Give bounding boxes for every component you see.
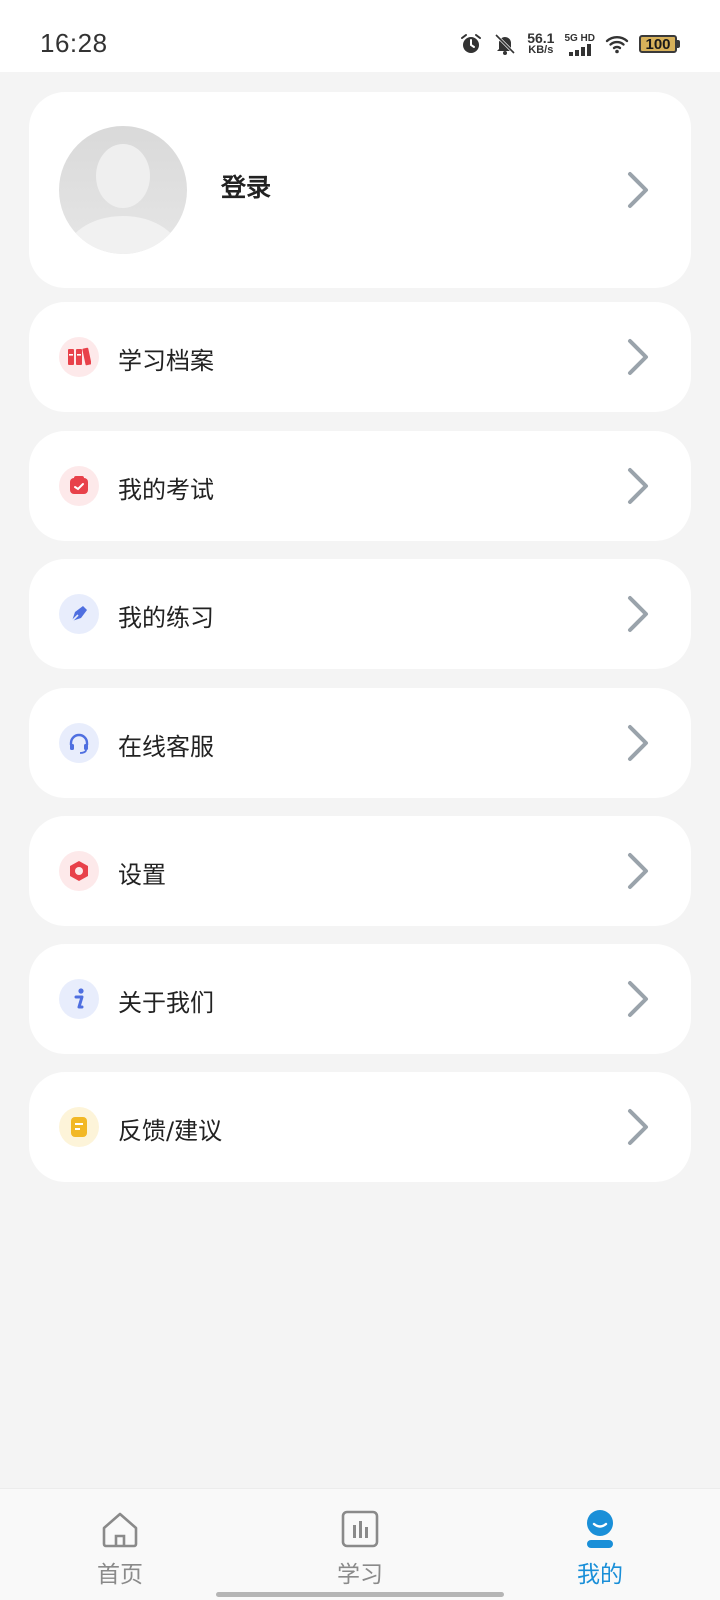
info-icon [59, 979, 99, 1019]
feedback-icon [59, 1107, 99, 1147]
net-speed-value: 56.1 [527, 30, 555, 46]
wifi-icon [605, 36, 629, 54]
login-label[interactable]: 登录 [221, 168, 271, 204]
status-time: 16:28 [40, 28, 108, 58]
signal-icon [568, 43, 591, 56]
menu-label: 关于我们 [118, 989, 214, 1017]
avatar-head [96, 144, 150, 208]
menu-item-feedback[interactable]: 反馈/建议 [29, 1072, 691, 1182]
nav-profile[interactable]: 我的 [540, 1489, 660, 1589]
profile-card[interactable]: 登录 [29, 92, 691, 288]
bottom-nav: 首页 学习 我的 [0, 1488, 720, 1600]
menu-label: 我的考试 [118, 476, 214, 504]
menu-label: 我的练习 [118, 604, 214, 632]
chevron-right-icon [628, 981, 648, 1017]
avatar-body [65, 216, 181, 254]
alarm-icon [461, 34, 482, 53]
screen: 16:28 56.1 KB/s 5G HD 100 登录 学习档案 我的考试 我… [0, 0, 720, 1600]
net-speed-unit: KB/s [528, 44, 554, 56]
menu-label: 反馈/建议 [118, 1117, 223, 1145]
chevron-right-icon [628, 725, 648, 761]
books-icon [59, 337, 99, 377]
signal-label: 5G HD [564, 32, 595, 44]
chevron-right-icon [628, 172, 648, 208]
home-indicator[interactable] [216, 1592, 504, 1597]
exam-icon [59, 466, 99, 506]
home-icon [102, 1512, 138, 1548]
nav-label: 首页 [97, 1562, 143, 1588]
profile-icon [587, 1510, 613, 1548]
nav-label: 我的 [577, 1562, 623, 1588]
avatar[interactable] [59, 126, 187, 254]
menu-label: 在线客服 [118, 733, 214, 761]
settings-icon [59, 851, 99, 891]
chevron-right-icon [628, 596, 648, 632]
cell-signal: 5G HD [564, 33, 595, 56]
menu-item-my-practice[interactable]: 我的练习 [29, 559, 691, 669]
chevron-right-icon [628, 468, 648, 504]
menu-item-study-records[interactable]: 学习档案 [29, 302, 691, 412]
menu-item-customer-service[interactable]: 在线客服 [29, 688, 691, 798]
headset-icon [59, 723, 99, 763]
menu-item-about-us[interactable]: 关于我们 [29, 944, 691, 1054]
menu-item-settings[interactable]: 设置 [29, 816, 691, 926]
battery-level: 100 [639, 35, 677, 53]
chevron-right-icon [628, 853, 648, 889]
status-bar: 16:28 56.1 KB/s 5G HD 100 [0, 0, 720, 72]
nav-study[interactable]: 学习 [300, 1489, 420, 1589]
study-icon [341, 1510, 379, 1548]
status-icons: 56.1 KB/s 5G HD 100 [459, 26, 680, 62]
nav-home[interactable]: 首页 [60, 1489, 180, 1589]
bell-muted-icon [495, 33, 516, 55]
nav-label: 学习 [337, 1562, 383, 1588]
menu-label: 学习档案 [118, 347, 214, 375]
chevron-right-icon [628, 339, 648, 375]
menu-label: 设置 [118, 861, 166, 889]
pen-icon [59, 594, 99, 634]
menu-item-my-exams[interactable]: 我的考试 [29, 431, 691, 541]
battery-icon: 100 [639, 35, 680, 53]
chevron-right-icon [628, 1109, 648, 1145]
net-speed: 56.1 KB/s [527, 30, 555, 56]
battery-tip [677, 40, 680, 48]
